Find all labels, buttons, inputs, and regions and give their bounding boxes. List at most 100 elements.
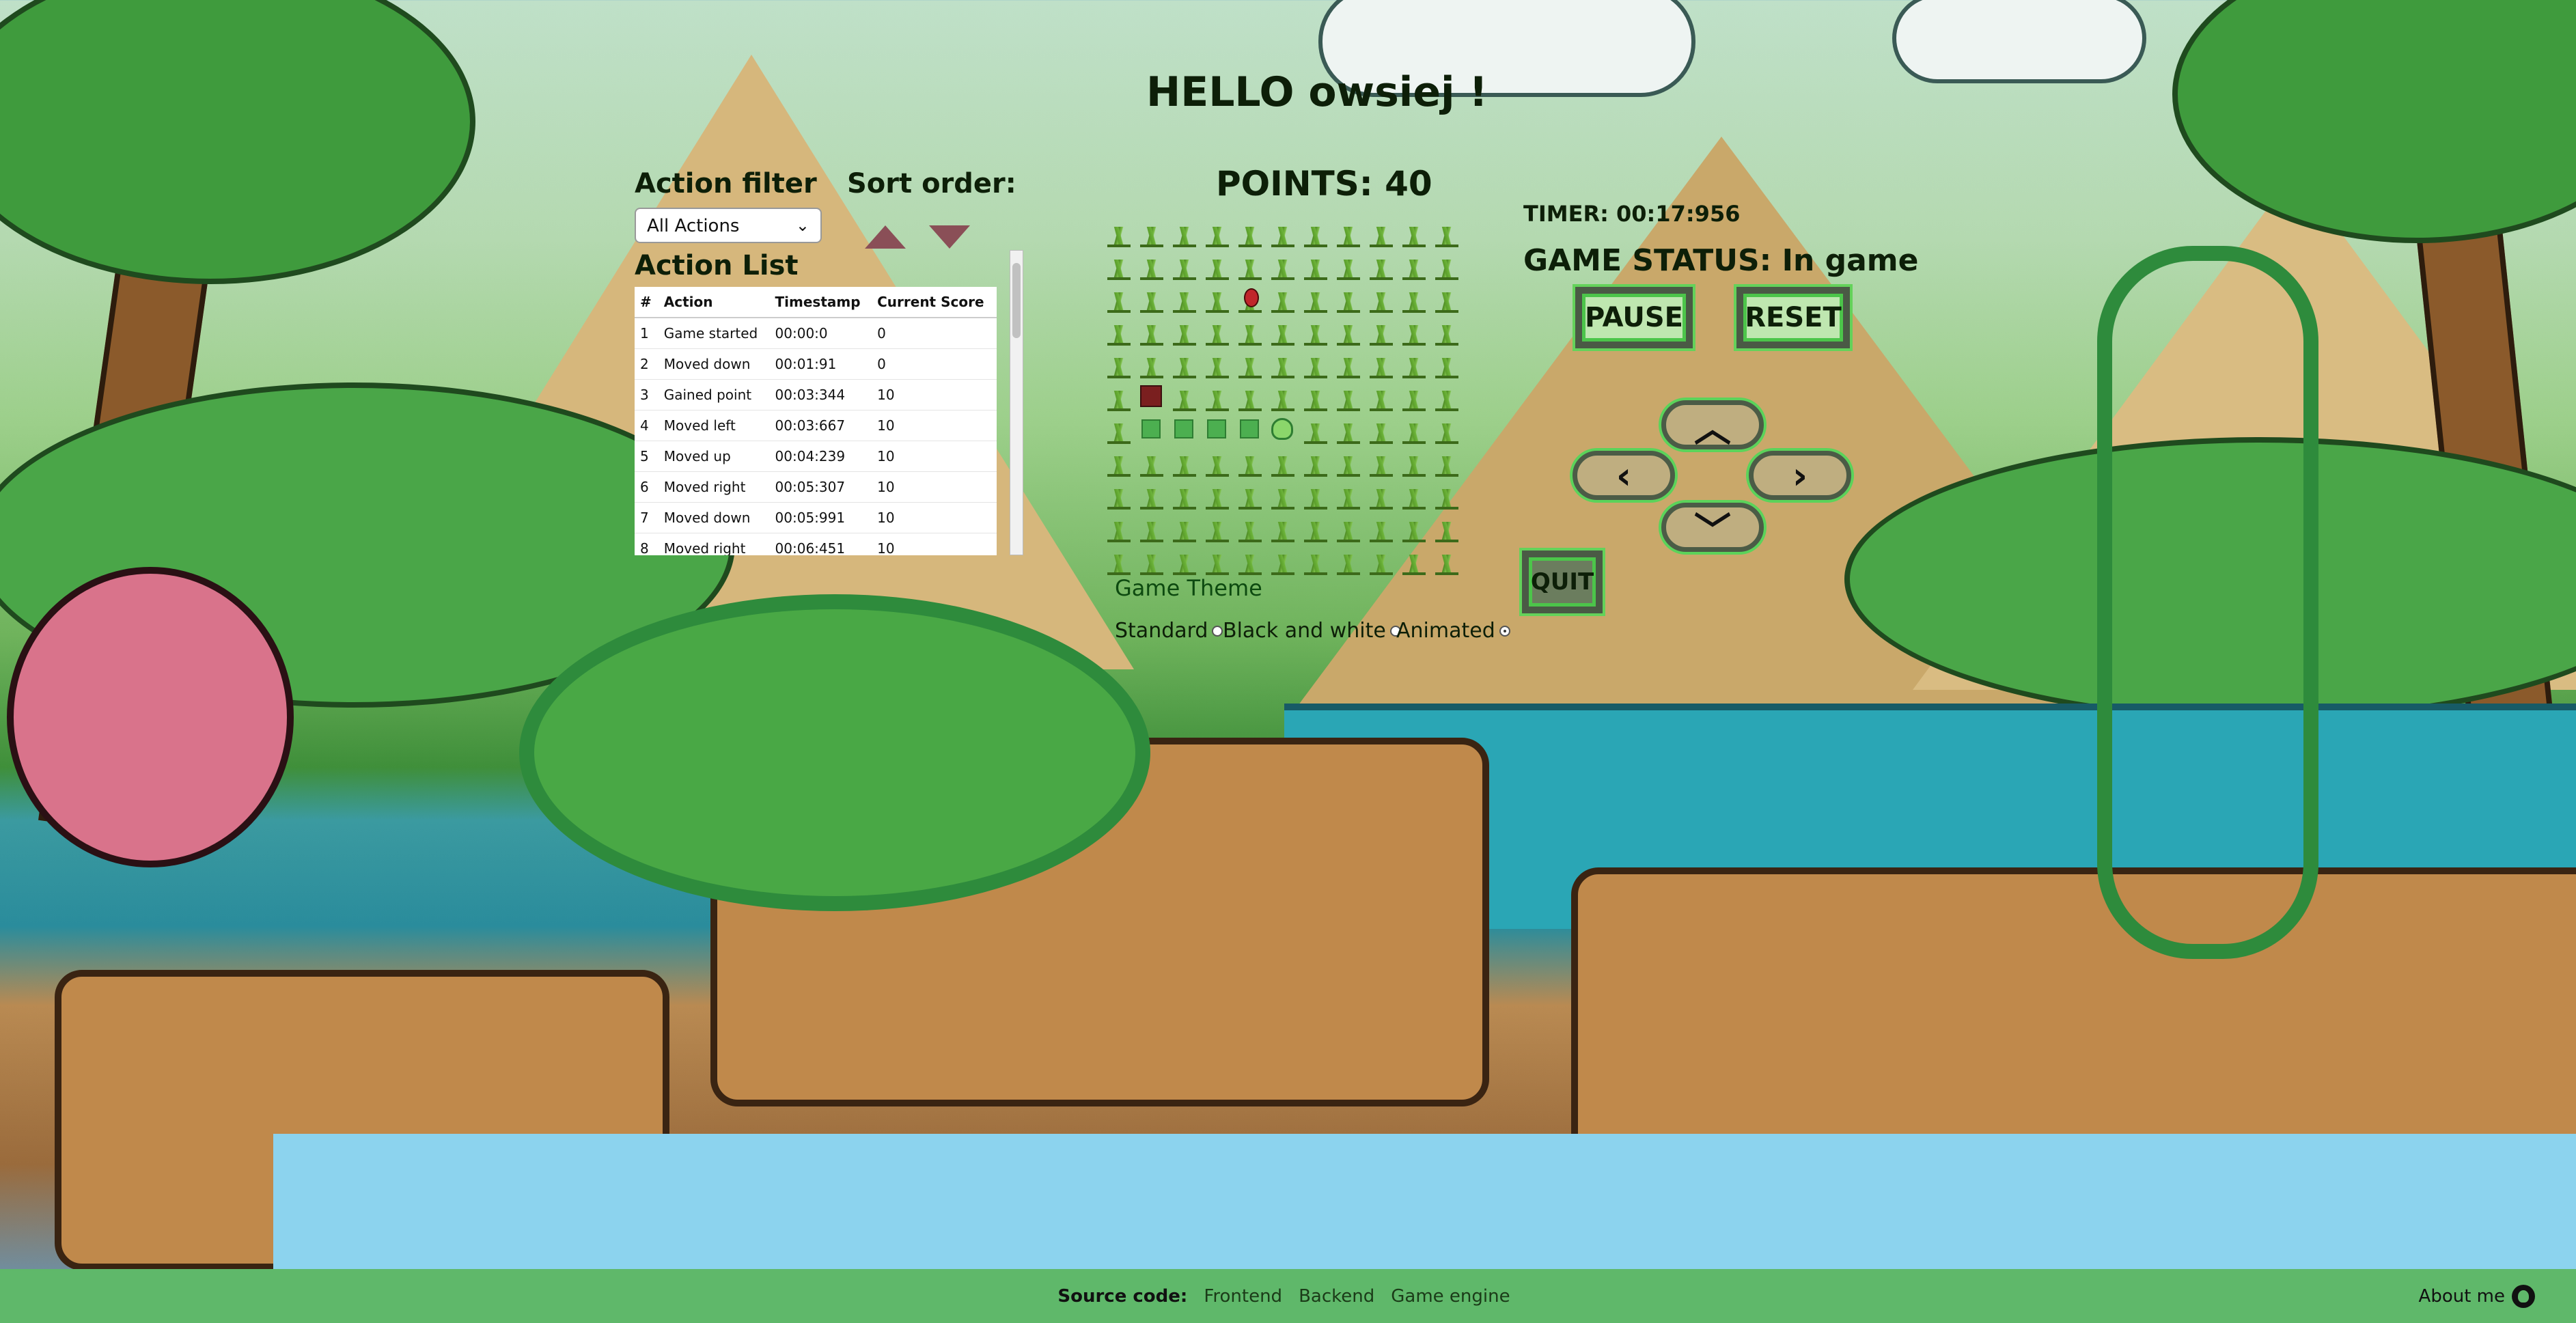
grass-icon (1435, 227, 1458, 247)
action-filter-select[interactable]: All Actions ⌄ (635, 208, 822, 243)
grass-icon (1173, 555, 1196, 575)
quit-button[interactable]: QUIT (1522, 551, 1603, 613)
snake-body-segment (1141, 419, 1161, 438)
grass-icon (1206, 489, 1229, 510)
board-cell (1366, 316, 1396, 346)
board-cell (1431, 283, 1461, 313)
table-row: 1 Game started 00:00:0 0 (635, 318, 997, 349)
rock (1571, 867, 2576, 1264)
snake-body-segment (1240, 419, 1259, 438)
table-cell: Gained point (658, 379, 770, 410)
table-cell: 00:03:344 (769, 379, 872, 410)
game-engine-link[interactable]: Game engine (1391, 1286, 1510, 1307)
scrollbar-thumb[interactable] (1012, 263, 1021, 338)
snake-segment (1234, 414, 1264, 444)
greeting-title: HELLO owsiej ! (1146, 68, 1488, 116)
theme-option-animated[interactable]: Animated (1396, 619, 1510, 643)
grass-icon (1402, 522, 1426, 542)
triangle-down-icon[interactable] (929, 225, 970, 249)
reset-button[interactable]: RESET (1736, 287, 1850, 348)
move-down-button[interactable]: ﹀ (1661, 503, 1764, 553)
table-row: 3 Gained point 00:03:344 10 (635, 379, 997, 410)
about-me-link[interactable]: About me (2419, 1269, 2535, 1323)
column-header: # (635, 287, 659, 318)
move-up-button[interactable]: ︿ (1661, 400, 1764, 450)
grass-icon (1402, 358, 1426, 378)
table-cell: 10 (872, 379, 997, 410)
board-cell (1366, 283, 1396, 313)
board-cell (1333, 512, 1363, 542)
grass-icon (1337, 489, 1360, 510)
theme-option-standard[interactable]: Standard (1115, 619, 1223, 643)
board-cell (1333, 447, 1363, 477)
grass-icon (1370, 391, 1393, 411)
action-list-scrollbar[interactable] (1010, 250, 1023, 555)
board-cell (1300, 447, 1330, 477)
board-cell (1333, 283, 1363, 313)
pause-button[interactable]: PAUSE (1575, 287, 1693, 348)
snake-head (1267, 414, 1297, 444)
column-header: Action (658, 287, 770, 318)
board-cell (1398, 479, 1428, 510)
board-cell (1103, 414, 1133, 444)
grass-icon (1304, 292, 1327, 313)
grass-icon (1140, 260, 1163, 280)
board-cell (1202, 283, 1232, 313)
action-list[interactable]: # Action Timestamp Current Score 1 Game s… (635, 287, 997, 555)
ladybug-food-icon (1244, 288, 1259, 307)
board-cell (1398, 447, 1428, 477)
github-icon[interactable] (2512, 1284, 2535, 1308)
board-cell (1267, 447, 1297, 477)
grass-icon (1370, 358, 1393, 378)
grass-icon (1173, 292, 1196, 313)
grass-icon (1238, 522, 1262, 542)
table-cell: 00:06:451 (769, 533, 872, 555)
triangle-up-icon[interactable] (865, 225, 906, 249)
board-cell (1267, 381, 1297, 411)
board-cell (1234, 316, 1264, 346)
board-cell (1136, 512, 1166, 542)
board-cell (1333, 381, 1363, 411)
board-cell (1234, 250, 1264, 280)
board-cell (1366, 414, 1396, 444)
grass-icon (1140, 489, 1163, 510)
snake-segment (1169, 414, 1199, 444)
grass-icon (1435, 555, 1458, 575)
about-me-label: About me (2418, 1285, 2505, 1307)
board-cell (1234, 479, 1264, 510)
grass-icon (1337, 391, 1360, 411)
water (273, 1134, 2576, 1270)
board-cell (1267, 545, 1297, 575)
grass-icon (1107, 391, 1131, 411)
board-cell (1366, 545, 1396, 575)
grass-icon (1271, 292, 1294, 313)
grass-icon (1402, 325, 1426, 346)
footer: Source code: Frontend Backend Game engin… (0, 1269, 2576, 1323)
grass-icon (1107, 227, 1131, 247)
board-cell (1234, 348, 1264, 378)
points-display: POINTS: 40 (1216, 164, 1432, 204)
board-cell (1202, 447, 1232, 477)
theme-option-black-and-white[interactable]: Black and white (1223, 619, 1401, 643)
board-cell (1300, 316, 1330, 346)
grass-icon (1140, 456, 1163, 477)
board-cell (1431, 479, 1461, 510)
grass-icon (1238, 489, 1262, 510)
move-right-button[interactable]: › (1749, 451, 1851, 500)
grass-icon (1271, 358, 1294, 378)
theme-radio[interactable] (1212, 625, 1223, 637)
grass-icon (1206, 292, 1229, 313)
grass-icon (1173, 260, 1196, 280)
board-cell (1300, 479, 1330, 510)
theme-radio-selected[interactable] (1499, 625, 1510, 637)
grass-icon (1271, 456, 1294, 477)
backend-link[interactable]: Backend (1299, 1286, 1374, 1307)
move-left-button[interactable]: ‹ (1573, 451, 1675, 500)
grass-icon (1304, 358, 1327, 378)
board-cell (1267, 283, 1297, 313)
frontend-link[interactable]: Frontend (1204, 1286, 1282, 1307)
grass-icon (1140, 358, 1163, 378)
rose (7, 567, 294, 867)
grass-icon (1206, 260, 1229, 280)
board-cell (1103, 447, 1133, 477)
